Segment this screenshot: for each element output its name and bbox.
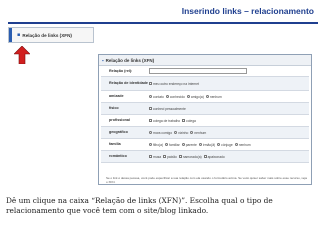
rel-input[interactable] [149, 68, 247, 74]
family-option-parent[interactable]: parente [181, 143, 197, 147]
professional-row: profissional colega de trabalho colega [101, 115, 309, 127]
professional-option-colleague[interactable]: colega [182, 119, 196, 123]
expand-toggle-icon[interactable]: ▪ [17, 32, 20, 38]
friendship-row: amizade contato conhecido amigo(a) nenhu… [101, 91, 309, 103]
slide-title: Inserindo links – relacionamento [181, 6, 314, 16]
family-option-spouse[interactable]: cônjuge [217, 143, 233, 147]
family-option-familiar[interactable]: familiar [165, 143, 180, 147]
collapse-toggle-icon[interactable]: ▪ [102, 58, 104, 63]
xfn-panel-collapsed[interactable]: ▪ Relação de links (XFN) [8, 27, 94, 43]
physical-option[interactable]: conheci pessoalmente [149, 107, 186, 111]
family-option-sibling[interactable]: irmão(ã) [198, 143, 215, 147]
geographic-label: geográfico [109, 130, 128, 135]
romantic-label: romântico [109, 154, 127, 159]
friendship-option-conhecido[interactable]: conhecido [165, 95, 185, 99]
romantic-option-muse[interactable]: musa [149, 155, 161, 159]
xfn-panel-header-title: Relação de links (XFN) [105, 57, 155, 63]
romantic-option-crush[interactable]: paixão [163, 155, 177, 159]
xfn-panel-title[interactable]: Relação de links (XFN) [22, 33, 72, 38]
family-option-nenhum[interactable]: nenhum [234, 143, 251, 147]
friendship-label: amizade [109, 94, 124, 99]
romantic-option-date[interactable]: namorado(a) [178, 155, 202, 159]
friendship-option-amigo[interactable]: amigo(a) [186, 95, 204, 99]
friendship-option-nenhum[interactable]: nenhum [205, 95, 222, 99]
romantic-row: romântico musa paixão namorado(a) apaixo… [101, 151, 309, 163]
checkbox[interactable] [149, 82, 152, 85]
panel-accent [9, 28, 12, 42]
xfn-panel-header[interactable]: ▪ Relação de links (XFN) [99, 55, 311, 66]
family-option-child[interactable]: filho(a) [149, 143, 163, 147]
family-label: família [109, 142, 121, 147]
geographic-option-nenhum[interactable]: nenhum [190, 131, 206, 135]
title-divider [8, 22, 318, 24]
identity-label: Relação de identidade [109, 81, 148, 86]
identity-option[interactable]: meu outro endereço na internet [149, 82, 199, 86]
physical-label: físico [109, 106, 119, 111]
rel-label: Relação (rel): [109, 68, 133, 73]
friendship-option-contato[interactable]: contato [149, 95, 164, 99]
family-row: família filho(a) familiar parente irmão(… [101, 139, 309, 151]
professional-option-coworker[interactable]: colega de trabalho [149, 119, 180, 123]
geographic-row: geográfico mora comigo vizinho nenhum [101, 127, 309, 139]
romantic-option-sweetheart[interactable]: apaixonado [203, 155, 225, 159]
xfn-footnote: Se o link é dessa pessoa, você pode espe… [106, 176, 307, 184]
geographic-option-corresident[interactable]: mora comigo [149, 131, 172, 135]
identity-row: Relação de identidade meu outro endereço… [101, 77, 309, 91]
rel-row: Relação (rel): [101, 66, 309, 77]
geographic-option-neighbor[interactable]: vizinho [174, 131, 188, 135]
slide-caption: Dê um clique na caixa “Relação de links … [6, 196, 273, 215]
xfn-panel-expanded: ▪ Relação de links (XFN) Relação (rel): … [98, 54, 312, 185]
red-arrow-icon [14, 46, 30, 64]
professional-label: profissional [109, 118, 130, 123]
physical-row: físico conheci pessoalmente [101, 103, 309, 115]
